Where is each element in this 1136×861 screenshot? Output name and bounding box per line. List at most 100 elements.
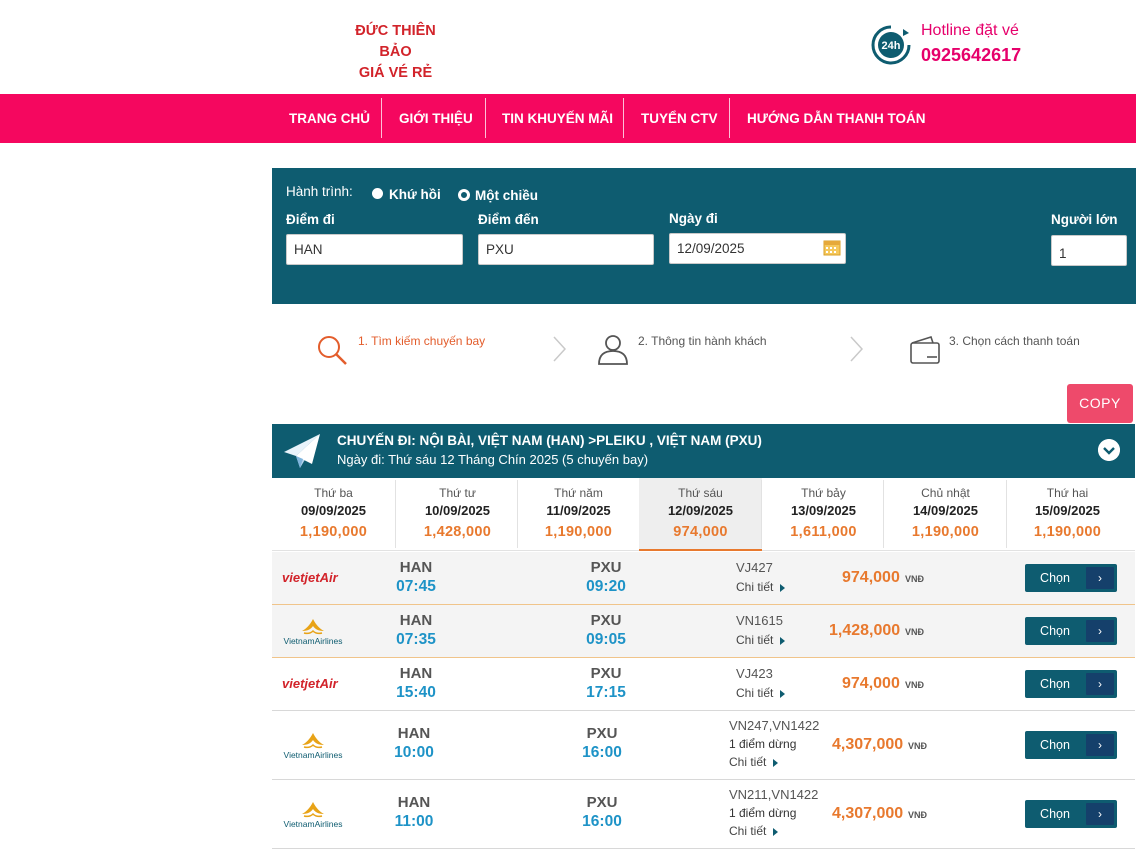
flight-detail-link[interactable]: Chi tiết [736, 580, 786, 594]
departure-time: 10:00 [394, 744, 434, 761]
nav-item-home[interactable]: TRANG CHỦ [289, 94, 370, 143]
chevron-right-icon [850, 336, 863, 362]
date-input[interactable]: 12/09/2025 [669, 233, 846, 264]
departure-airport: HAN [399, 612, 433, 629]
chevron-right-icon: › [1086, 620, 1114, 642]
flight-price: 974,000 [842, 569, 900, 586]
arrival-airport: PXU [586, 794, 618, 811]
nav-separator [485, 98, 486, 138]
brand-line-2: GIÁ VÉ RẺ [358, 65, 433, 81]
date-cell[interactable]: Thứ bảy 13/09/2025 1,611,000 [762, 478, 885, 551]
nav-item-promotions[interactable]: TIN KHUYẾN MÃI [502, 94, 613, 143]
flight-code: VJ427 [736, 560, 773, 575]
adults-input[interactable]: 1 [1051, 235, 1127, 266]
step-passenger-info: 2. Thông tin hành khách [638, 334, 767, 348]
one-way-label[interactable]: Một chiều [475, 188, 538, 203]
flight-row: vietjetAir HAN 07:45 PXU 09:20 VJ427 Chi… [272, 552, 1135, 605]
date-price: 1,428,000 [423, 524, 492, 540]
select-flight-button[interactable]: Chọn › [1025, 731, 1117, 759]
adults-label: Người lớn [1051, 212, 1118, 227]
select-flight-button[interactable]: Chọn › [1025, 800, 1117, 828]
date-weekday: Thứ hai [1046, 486, 1089, 500]
brand-logo[interactable]: ĐỨC THIÊN BẢO GIÁ VÉ RẺ [338, 21, 453, 84]
step-payment-method: 3. Chọn cách thanh toán [949, 334, 1080, 348]
date-price: 1,190,000 [544, 524, 613, 540]
calendar-icon[interactable] [823, 238, 841, 256]
step-search-flight: 1. Tìm kiếm chuyến bay [358, 334, 486, 348]
one-way-radio[interactable] [458, 189, 470, 201]
date-weekday: Thứ ba [314, 486, 353, 500]
date-cell[interactable]: Thứ ba 09/09/2025 1,190,000 [272, 478, 395, 551]
chevron-right-icon: › [1086, 567, 1114, 589]
flight-detail-link[interactable]: Chi tiết [729, 824, 779, 838]
detail-label: Chi tiết [729, 824, 767, 838]
departure-time: 07:35 [396, 631, 436, 648]
flight-detail-link[interactable]: Chi tiết [736, 686, 786, 700]
arrival-time: 09:20 [586, 578, 626, 595]
nav-separator [381, 98, 382, 138]
chevron-right-icon [553, 336, 566, 362]
flight-code: VN247,VN1422 [729, 718, 820, 733]
vietnam-airlines-logo: VietnamAirlines [284, 619, 343, 646]
date-value: 12/09/2025 [667, 503, 734, 518]
airline-logo-text: vietjetAir [282, 570, 339, 585]
currency: VNĐ [905, 627, 925, 637]
airline-logo-text: VietnamAirlines [284, 636, 343, 646]
search-panel: Hành trình: Khứ hồi Một chiều Điểm đi HA… [272, 168, 1136, 304]
chevron-right-icon: › [1086, 734, 1114, 756]
select-button-label: Chọn [1040, 571, 1070, 585]
round-trip-label[interactable]: Khứ hồi [389, 187, 441, 202]
caret-right-icon [780, 583, 786, 592]
route-title: CHUYẾN ĐI: NỘI BÀI, VIỆT NAM (HAN) >PLEI… [337, 433, 762, 448]
flight-row: VietnamAirlines HAN 07:35 PXU 09:05 VN16… [272, 605, 1135, 658]
flight-code: VN211,VN1422 [729, 787, 819, 802]
date-price: 1,190,000 [1033, 524, 1102, 540]
to-input[interactable]: PXU [478, 234, 654, 265]
date-label: Ngày đi [669, 211, 718, 226]
chevron-down-icon[interactable] [1098, 439, 1120, 461]
nav-separator [623, 98, 624, 138]
date-cell[interactable]: Thứ hai 15/09/2025 1,190,000 [1006, 478, 1129, 551]
nav-item-recruit[interactable]: TUYỂN CTV [641, 94, 718, 143]
select-flight-button[interactable]: Chọn › [1025, 564, 1117, 592]
flight-route-header: CHUYẾN ĐI: NỘI BÀI, VIỆT NAM (HAN) >PLEI… [272, 424, 1135, 478]
round-trip-radio[interactable] [372, 188, 383, 199]
nav-item-payment-guide[interactable]: HƯỚNG DẪN THANH TOÁN [747, 94, 925, 143]
hotline-label: Hotline đặt vé [921, 22, 1019, 39]
chevron-right-icon: › [1086, 803, 1114, 825]
flight-price: 1,428,000 [829, 622, 901, 639]
arrival-airport: PXU [590, 559, 622, 576]
flight-stops: 1 điểm dừng [729, 806, 797, 820]
nav-item-about[interactable]: GIỚI THIỆU [399, 94, 473, 143]
copy-button[interactable]: COPY [1067, 384, 1133, 423]
hotline-number[interactable]: 0925642617 [921, 45, 1021, 66]
caret-right-icon [780, 636, 786, 645]
flight-detail-link[interactable]: Chi tiết [736, 633, 786, 647]
route-subtitle: Ngày đi: Thứ sáu 12 Tháng Chín 2025 (5 c… [337, 452, 649, 467]
select-flight-button[interactable]: Chọn › [1025, 670, 1117, 698]
arrival-time: 09:05 [586, 631, 626, 648]
arrival-time: 16:00 [582, 744, 622, 761]
page: ĐỨC THIÊN BẢO GIÁ VÉ RẺ 24h Hotline đặt … [0, 0, 1136, 861]
paper-plane-icon [284, 434, 320, 468]
date-cell[interactable]: Chủ nhật 14/09/2025 1,190,000 [884, 478, 1007, 551]
date-cell-selected[interactable]: Thứ sáu 12/09/2025 974,000 [639, 478, 762, 551]
select-button-label: Chọn [1040, 624, 1070, 638]
date-cell[interactable]: Thứ năm 11/09/2025 1,190,000 [517, 478, 640, 551]
select-flight-button[interactable]: Chọn › [1025, 617, 1117, 645]
detail-label: Chi tiết [736, 686, 774, 700]
airline-logo-text: vietjetAir [282, 676, 339, 691]
currency: VNĐ [905, 680, 925, 690]
flight-code: VN1615 [736, 613, 783, 628]
date-cell[interactable]: Thứ tư 10/09/2025 1,428,000 [396, 478, 519, 551]
caret-right-icon [780, 689, 786, 698]
search-icon [318, 336, 347, 365]
departure-airport: HAN [399, 665, 433, 682]
date-weekday: Thứ sáu [678, 486, 723, 500]
date-value: 15/09/2025 [1034, 503, 1101, 518]
nav-separator [729, 98, 730, 138]
flight-price: 974,000 [842, 675, 900, 692]
brand-line-1: ĐỨC THIÊN BẢO [355, 23, 436, 60]
flight-detail-link[interactable]: Chi tiết [729, 755, 779, 769]
from-input[interactable]: HAN [286, 234, 463, 265]
